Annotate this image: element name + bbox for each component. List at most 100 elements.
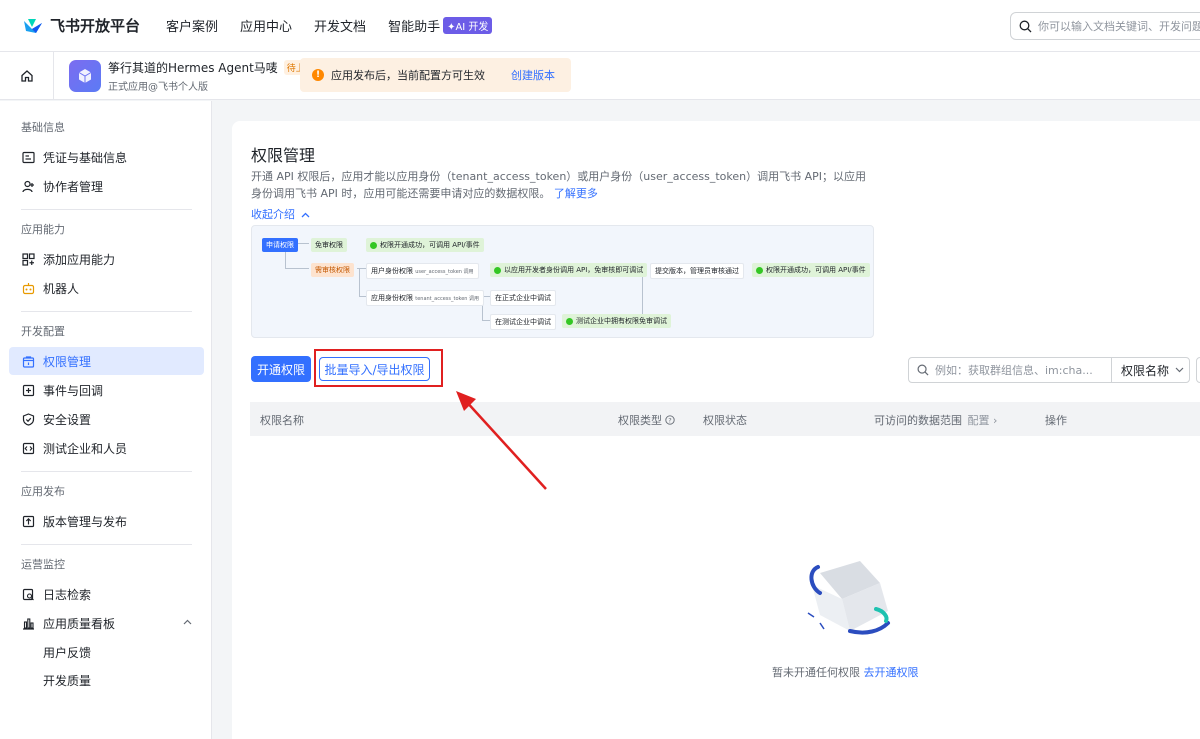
sidebar-group-basic: 基础信息 [21,121,65,134]
empty-state-text: 暂未开通任何权限 去开通权限 [772,664,919,680]
flow-connector [359,268,360,296]
collapse-intro-label: 收起介绍 [251,208,295,221]
check-icon [494,266,501,274]
flow-node-tenant-token-sub: tenant_access_token 调用 [415,295,480,302]
sidebar-item-versions[interactable]: 版本管理与发布 [9,507,204,535]
go-open-permission-link[interactable]: 去开通权限 [864,666,919,679]
flow-node-user-token-sub: user_access_token 调用 [415,268,474,275]
home-button[interactable] [0,51,54,100]
sidebar-divider [21,311,192,312]
open-permission-button[interactable]: 开通权限 [251,356,311,382]
sidebar-item-test-company[interactable]: 测试企业和人员 [9,434,204,462]
flow-node-tenant-token-text: 应用身份权限 [371,294,413,302]
create-version-link[interactable]: 创建版本 [511,67,555,83]
filter-button[interactable] [1196,357,1200,383]
flow-node-free-result-text: 权限开通成功，可调用 API/事件 [380,241,480,249]
permission-search-input[interactable]: 例如：获取群组信息、im:cha... [908,357,1112,383]
sidebar-item-quality[interactable]: 应用质量看板 [9,609,204,637]
nav-link-app-center[interactable]: 应用中心 [240,16,292,35]
sidebar-item-credentials[interactable]: 凭证与基础信息 [9,143,204,171]
empty-box-illustration [807,561,890,635]
sidebar-item-permissions[interactable]: 权限管理 [9,347,204,375]
sidebar-item-label: 协作者管理 [43,179,104,194]
sidebar-item-add-capability[interactable]: 添加应用能力 [9,245,204,273]
flow-node-final-result: 权限开通成功，可调用 API/事件 [752,263,870,277]
flow-node-test-result: 测试企业中拥有权限免审调试 [562,314,671,328]
sidebar-subitem-dev-quality[interactable]: 开发质量 [0,666,211,694]
app-subtitle: 正式应用@飞书个人版 [108,81,208,93]
user-add-icon [21,179,35,193]
scope-config-link[interactable]: 配置 › [968,414,998,427]
column-header-scope: 可访问的数据范围 配置 › [874,412,997,428]
sidebar-subitem-feedback[interactable]: 用户反馈 [0,638,211,666]
doc-search-input[interactable]: 你可以输入文档关键词、开发问题 [1010,12,1200,40]
search-field-select-value: 权限名称 [1121,363,1170,378]
sidebar-group-dev-config: 开发配置 [21,325,65,338]
sidebar-item-label: 应用质量看板 [43,616,116,631]
search-field-select[interactable]: 权限名称 [1111,357,1190,383]
page-description: 开通 API 权限后，应用才能以应用身份（tenant_access_token… [251,168,871,202]
flow-connector [297,243,309,244]
nav-link-cases[interactable]: 客户案例 [166,16,218,35]
nav-links: 客户案例 应用中心 开发文档 智能助手 ✦AI 开发 [166,16,514,35]
flow-node-user-token-result-text: 以应用开发者身份调用 API，免审核即可调试 [504,266,644,274]
highlight-box [314,349,443,387]
flow-node-free-result: 权限开通成功，可调用 API/事件 [366,238,484,252]
sidebar-item-logs[interactable]: 日志检索 [9,580,204,608]
sidebar-item-collaborators[interactable]: 协作者管理 [9,172,204,200]
flow-node-submit: 提交版本，管理员审核通过 [650,263,744,279]
check-icon [370,241,377,249]
app-name: 筝行其道的Hermes Agent马唛 [108,60,278,75]
nav-link-assistant[interactable]: 智能助手 ✦AI 开发 [388,16,493,35]
permission-flow-diagram: 申请权限 免审权限 权限开通成功，可调用 API/事件 需审核权限 用户身份权限… [251,225,874,338]
sidebar-divider [21,544,192,545]
doc-search-placeholder: 你可以输入文档关键词、开发问题 [1038,20,1200,33]
sidebar-group-monitor: 运营监控 [21,558,65,571]
app-name-row: 筝行其道的Hermes Agent马唛 待上线 [108,59,317,76]
nav-link-docs[interactable]: 开发文档 [314,16,366,35]
empty-state-message: 暂未开通任何权限 [772,666,860,679]
flow-node-free: 免审权限 [311,238,347,252]
help-icon[interactable]: ? [665,415,675,425]
warning-icon: ! [312,69,324,81]
cube-icon [78,68,92,83]
app-info: 筝行其道的Hermes Agent马唛 待上线 正式应用@飞书个人版 [108,59,317,93]
permission-search-placeholder: 例如：获取群组信息、im:cha... [935,364,1093,377]
sidebar-item-label: 机器人 [43,281,80,296]
svg-text:?: ? [668,417,671,425]
flow-node-tenant-token: 应用身份权限 tenant_access_token 调用 [366,290,485,306]
sidebar-item-label: 测试企业和人员 [43,441,128,456]
top-navbar: 飞书开放平台 客户案例 应用中心 开发文档 智能助手 ✦AI 开发 你可以输入文… [0,0,1200,52]
collapse-intro-toggle[interactable]: 收起介绍 [251,206,310,222]
permission-table-header: 权限名称 权限类型 ? 权限状态 可访问的数据范围 配置 › 操作 [250,402,1200,436]
sidebar-item-robot[interactable]: 机器人 [9,274,204,302]
publish-notice: ! 应用发布后，当前配置方可生效 创建版本 [300,58,571,92]
chevron-up-icon [301,212,309,218]
id-card-icon [21,150,35,164]
sidebar-item-label: 权限管理 [43,354,92,369]
flow-node-apply: 申请权限 [262,238,298,252]
column-header-scope-label: 可访问的数据范围 [874,414,962,427]
check-icon [566,317,573,325]
page-title: 权限管理 [251,146,316,165]
chevron-up-icon[interactable] [183,619,192,625]
learn-more-link[interactable]: 了解更多 [554,187,598,200]
annotation-arrow [456,391,547,490]
column-header-status: 权限状态 [703,414,747,427]
sidebar-item-security[interactable]: 安全设置 [9,405,204,433]
flow-node-final-result-text: 权限开通成功，可调用 API/事件 [766,266,866,274]
flow-node-review: 需审核权限 [311,263,354,277]
log-search-icon [21,587,35,601]
search-icon [1019,20,1032,32]
flow-node-user-token-result: 以应用开发者身份调用 API，免审核即可调试 [490,263,648,277]
sidebar-item-events[interactable]: 事件与回调 [9,376,204,404]
brand-logo[interactable]: 飞书开放平台 [22,15,140,36]
notice-text: 应用发布后，当前配置方可生效 [331,69,485,82]
ai-badge: ✦AI 开发 [443,17,493,34]
robot-icon [21,281,35,295]
sidebar: 基础信息 凭证与基础信息 协作者管理 应用能力 添加应用能力 机器人 开发配置 … [0,101,212,739]
flow-node-test: 在测试企业中调试 [490,314,556,330]
sidebar-divider [21,471,192,472]
app-avatar[interactable] [69,59,101,92]
flow-node-user-token: 用户身份权限 user_access_token 调用 [366,263,479,279]
